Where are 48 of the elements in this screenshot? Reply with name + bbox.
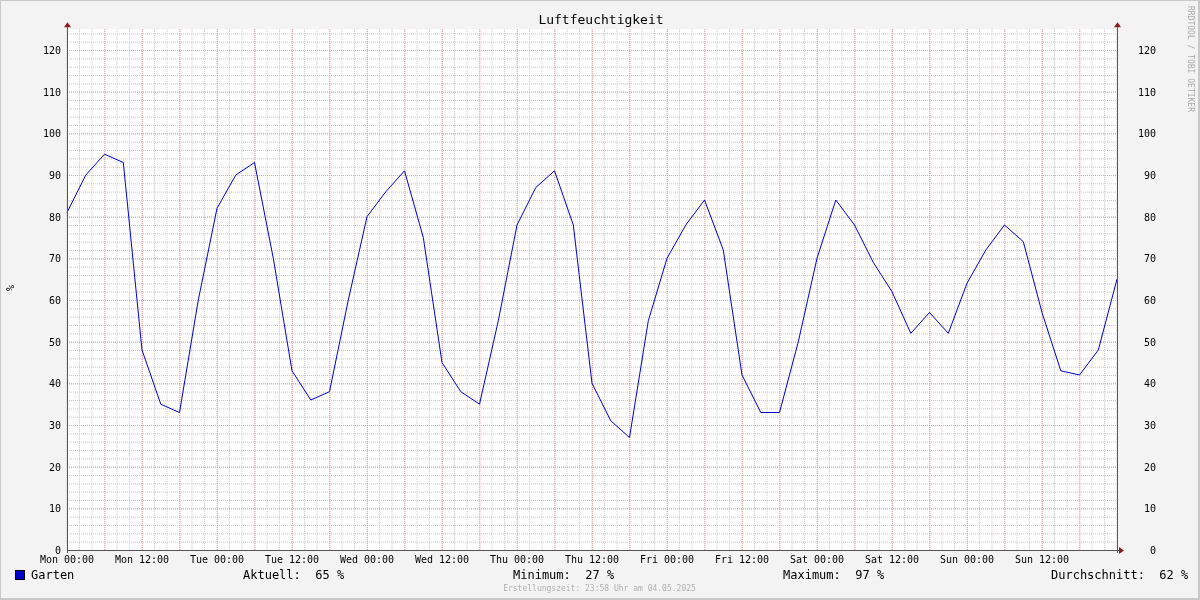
y-tick-label: 30 xyxy=(1143,420,1156,431)
y-tick-label: 100 xyxy=(42,128,61,140)
x-tick-label: Mon 12:00 xyxy=(114,554,170,565)
y-tick-label: 90 xyxy=(1143,170,1156,181)
x-tick-label: Sun 12:00 xyxy=(1014,554,1070,565)
y-tick-label: 50 xyxy=(1143,336,1156,348)
y-tick-label: 60 xyxy=(48,295,61,306)
x-tick-label: Wed 12:00 xyxy=(414,554,470,565)
watermark-text: RRDTOOL / TOBI OETIKER xyxy=(1186,6,1195,112)
y-tick-label: 40 xyxy=(48,378,61,390)
y-tick-label: 100 xyxy=(1137,128,1156,140)
legend-stat: Minimum: 27 % xyxy=(513,568,616,582)
y-tick-label: 90 xyxy=(48,170,61,181)
legend-label: Garten xyxy=(31,568,75,582)
y-tick-label: 80 xyxy=(48,211,61,223)
y-tick-label: 120 xyxy=(42,45,61,56)
y-tick-label: 70 xyxy=(1143,253,1156,265)
y-tick-label: 0 xyxy=(54,545,61,556)
y-tick-label: 10 xyxy=(48,503,61,515)
legend-stat: Aktuell: 65 % xyxy=(243,568,346,582)
y-tick-label: 20 xyxy=(1143,461,1156,473)
legend-stat: Durchschnitt: 62 % xyxy=(1051,568,1189,582)
x-tick-label: Fri 12:00 xyxy=(714,554,770,565)
x-tick-label: Mon 00:00 xyxy=(39,554,95,565)
x-tick-label: Tue 00:00 xyxy=(189,554,245,565)
y-tick-label: 110 xyxy=(42,86,61,98)
y-tick-label: 30 xyxy=(48,420,61,431)
chart-title: Luftfeuchtigkeit xyxy=(538,12,664,27)
x-tick-label: Sat 00:00 xyxy=(789,554,845,565)
y-tick-label: 80 xyxy=(1143,211,1156,223)
y-tick-label: 110 xyxy=(1137,86,1156,98)
y-axis-label: % xyxy=(5,285,16,291)
y-tick-label: 70 xyxy=(48,253,61,265)
x-tick-label: Thu 12:00 xyxy=(564,554,620,565)
legend-stat: Maximum: 97 % xyxy=(783,568,886,582)
x-tick-label: Sat 12:00 xyxy=(864,554,920,565)
x-tick-label: Tue 12:00 xyxy=(264,554,320,565)
x-tick-label: Sun 00:00 xyxy=(939,554,995,565)
x-tick-label: Wed 00:00 xyxy=(339,554,395,565)
y-tick-label: 60 xyxy=(1143,295,1156,306)
y-tick-label: 40 xyxy=(1143,378,1156,390)
y-tick-label: 20 xyxy=(48,461,61,473)
y-tick-label: 0 xyxy=(1149,545,1156,556)
x-tick-label: Thu 00:00 xyxy=(489,554,545,565)
y-tick-label: 10 xyxy=(1143,503,1156,515)
x-tick-label: Fri 00:00 xyxy=(639,554,695,565)
y-tick-label: 120 xyxy=(1137,45,1156,56)
y-tick-label: 50 xyxy=(48,336,61,348)
